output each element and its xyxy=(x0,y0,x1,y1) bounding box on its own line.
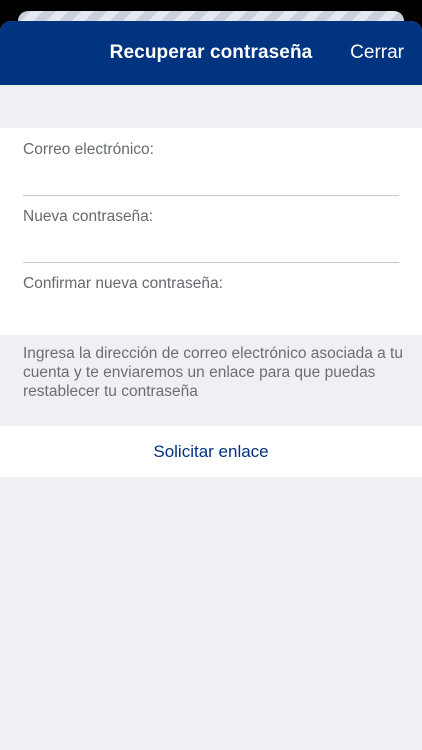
confirm-password-label: Confirmar nueva contraseña: xyxy=(23,275,223,292)
close-button[interactable]: Cerrar xyxy=(350,21,404,85)
help-text: Ingresa la dirección de correo electróni… xyxy=(23,345,403,400)
request-link-button[interactable]: Solicitar enlace xyxy=(0,426,422,477)
new-password-field[interactable] xyxy=(23,229,399,255)
email-field[interactable] xyxy=(23,162,399,188)
new-password-field-row: Nueva contraseña: xyxy=(23,195,399,263)
navigation-bar: Recuperar contraseña Cerrar xyxy=(0,21,422,85)
new-password-label: Nueva contraseña: xyxy=(23,208,154,225)
confirm-password-field[interactable] xyxy=(23,296,399,322)
email-label: Correo electrónico: xyxy=(23,141,154,158)
email-field-row: Correo electrónico: xyxy=(23,128,399,196)
confirm-password-field-row: Confirmar nueva contraseña: xyxy=(23,262,399,329)
password-form: Correo electrónico: Nueva contraseña: Co… xyxy=(0,128,422,335)
app-screen: Recuperar contraseña Cerrar Correo elect… xyxy=(0,0,422,750)
recover-password-sheet: Recuperar contraseña Cerrar Correo elect… xyxy=(0,21,422,750)
